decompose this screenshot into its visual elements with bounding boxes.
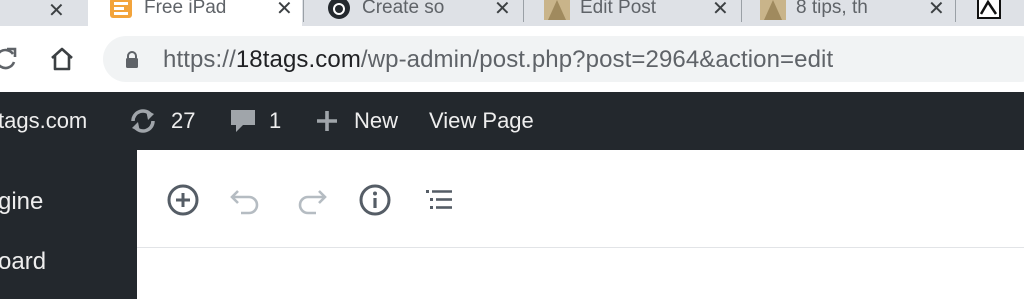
tab-create-so[interactable]: Create so ✕ [304, 0, 522, 26]
editor-toolbar [137, 150, 1024, 248]
tab-close-icon[interactable]: ✕ [928, 0, 945, 21]
comments-link[interactable]: 1 [229, 92, 281, 150]
updates-count: 27 [171, 108, 196, 133]
block-navigation-button[interactable] [422, 183, 456, 217]
github-favicon-icon [328, 0, 350, 19]
list-outline-icon [426, 190, 452, 209]
tab-separator [955, 0, 956, 22]
new-content-link[interactable]: New [314, 92, 398, 150]
tab-close-icon[interactable]: ✕ [712, 0, 729, 21]
url-path: /wp-admin/post.php?post=2964&action=edit [360, 46, 834, 73]
site-favicon-icon [544, 0, 570, 20]
sidebar-item-label: oard [0, 248, 47, 275]
wp-admin-sidebar: gine oard [0, 150, 137, 299]
redo-icon [298, 190, 327, 215]
url-text[interactable]: https://18tags.com/wp-admin/post.php?pos… [163, 46, 833, 74]
site-favicon-icon [760, 0, 786, 20]
tab-8-tips[interactable]: 8 tips, th ✕ [742, 0, 954, 26]
updates-icon [131, 109, 155, 133]
tab-close-icon[interactable]: ✕ [276, 0, 293, 21]
sidebar-item-engine[interactable]: gine [0, 188, 43, 216]
url-scheme: https:// [163, 46, 236, 73]
tab-edit-post[interactable]: Edit Post ✕ [524, 0, 740, 26]
plus-icon [317, 111, 337, 131]
tab-title: 8 tips, th [796, 0, 868, 18]
tab-title: Create so [362, 0, 445, 18]
url-host: 18tags.com [235, 46, 361, 73]
view-page-label: View Page [429, 108, 534, 133]
comment-icon [231, 110, 255, 132]
new-label: New [354, 108, 399, 133]
site-favicon-icon [977, 0, 1001, 19]
content-info-button[interactable] [358, 183, 392, 217]
undo-button[interactable] [229, 183, 263, 217]
browser-tab-strip: ✕ Free iPad ✕ Create so ✕ Edit Post ✕ 8 … [0, 0, 1024, 26]
home-icon[interactable] [48, 45, 76, 73]
ifttt-favicon-icon [110, 0, 132, 18]
add-block-icon [167, 184, 199, 216]
tab-partial[interactable] [976, 0, 1024, 26]
lock-icon[interactable] [125, 51, 139, 68]
sidebar-item-label: gine [0, 188, 44, 215]
updates-link[interactable]: 27 [127, 92, 195, 150]
add-block-button[interactable] [166, 183, 200, 217]
tab-close-icon[interactable]: ✕ [48, 0, 65, 23]
comments-count: 1 [269, 108, 282, 133]
site-name-label: tags.com [0, 108, 88, 133]
info-icon [359, 184, 391, 216]
tab-free-ipad[interactable]: Free iPad ✕ [88, 0, 302, 26]
site-name-link[interactable]: tags.com [0, 92, 87, 150]
tab-title: Free iPad [144, 0, 227, 18]
undo-icon [230, 190, 259, 215]
wp-admin-bar: tags.com 27 1 New View Page [0, 92, 1024, 150]
tab-previous[interactable]: ✕ [0, 0, 88, 26]
browser-toolbar: https://18tags.com/wp-admin/post.php?pos… [0, 26, 1024, 92]
tab-close-icon[interactable]: ✕ [494, 0, 511, 21]
address-bar[interactable]: https://18tags.com/wp-admin/post.php?pos… [103, 36, 1024, 82]
reload-icon[interactable] [0, 45, 20, 73]
sidebar-item-dashboard[interactable]: oard [0, 248, 46, 276]
block-editor [137, 150, 1024, 299]
view-page-link[interactable]: View Page [429, 92, 534, 150]
tab-title: Edit Post [580, 0, 657, 18]
redo-button[interactable] [294, 183, 328, 217]
